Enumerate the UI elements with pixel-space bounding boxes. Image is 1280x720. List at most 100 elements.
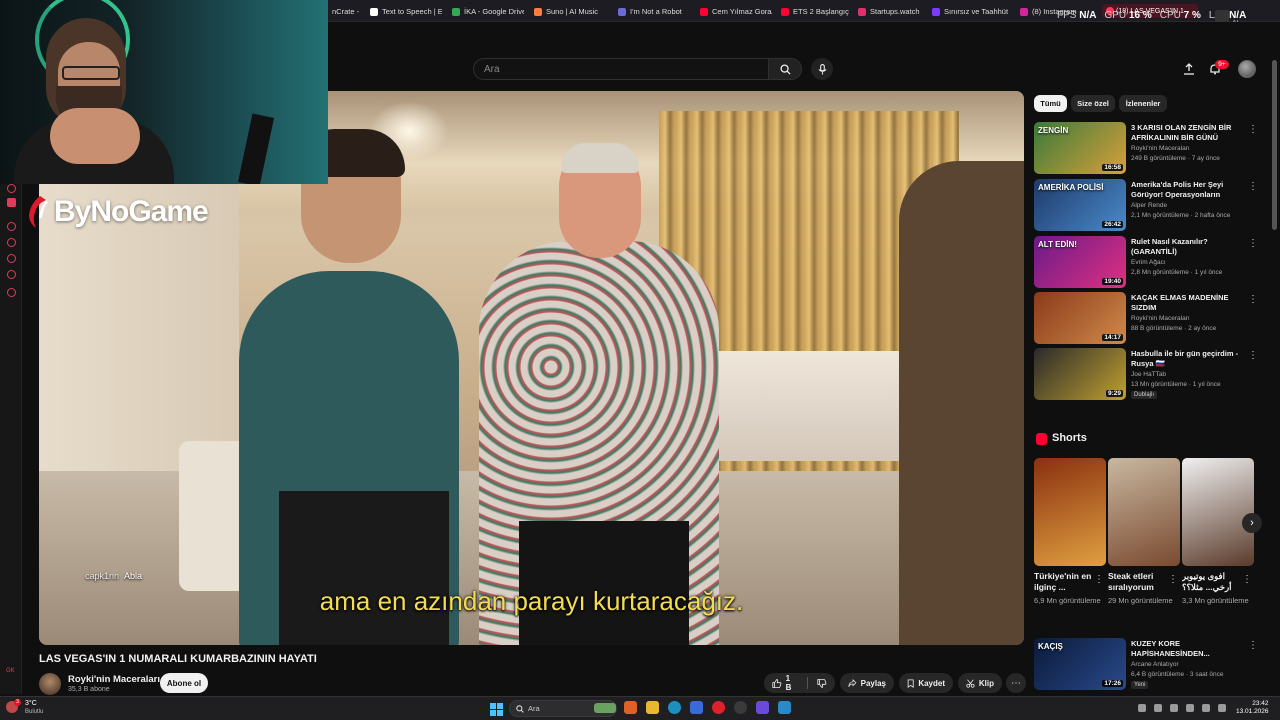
bookmark-item[interactable]: Cem Yılmaz Gora/Ar bbox=[700, 5, 772, 18]
search-input[interactable] bbox=[484, 62, 754, 76]
store-icon[interactable] bbox=[690, 701, 703, 714]
recommendation-title[interactable]: KAÇAK ELMAS MADENİNE SIZDIM bbox=[1131, 293, 1246, 313]
kebab-menu-icon[interactable]: ⋮ bbox=[1248, 181, 1258, 192]
recommendation-thumbnail[interactable]: 14:17 bbox=[1034, 292, 1126, 344]
recommendation-channel[interactable]: Royki'nin Maceraları bbox=[1131, 145, 1190, 152]
recommendation-channel[interactable]: Royki'nin Maceraları bbox=[1131, 315, 1190, 322]
battery-icon[interactable] bbox=[1218, 704, 1226, 712]
short-title[interactable]: Türkiye'nin en ilginç ... bbox=[1034, 571, 1092, 593]
short-item[interactable]: Steak etleri sıralıyorum 29 Mn görüntülem… bbox=[1108, 458, 1180, 606]
dock-settings-icon[interactable] bbox=[7, 288, 16, 297]
bookmark-item[interactable]: I'm Not a Robot bbox=[618, 5, 688, 18]
thumbs-up-icon[interactable] bbox=[772, 678, 782, 689]
recommendation-item[interactable]: AMERİKA POLİSİ 26:42 Amerika'da Polis Her … bbox=[1034, 179, 1260, 231]
copilot-icon[interactable] bbox=[624, 701, 637, 714]
volume-icon[interactable] bbox=[1202, 704, 1210, 712]
dock-history-icon[interactable] bbox=[7, 270, 16, 279]
recommendation-title[interactable]: 3 KARISI OLAN ZENGİN BİR AFRİKALININ BİR… bbox=[1131, 123, 1246, 143]
recommendation-item[interactable]: ALT EDİN! 19:40 Rulet Nasıl Kazanılır? (GA… bbox=[1034, 236, 1260, 288]
perf-stat-label: FPS bbox=[1057, 10, 1077, 21]
recommendation-title[interactable]: Hasbulla ile bir gün geçirdim - Rusya 🇷🇺 bbox=[1131, 349, 1246, 369]
weather-temperature[interactable]: 3°C bbox=[25, 700, 37, 707]
bookmark-item[interactable]: Startups.watch bbox=[858, 5, 924, 18]
widgets-icon[interactable] bbox=[594, 703, 616, 713]
recommendation-thumbnail[interactable]: AMERİKA POLİSİ 26:42 bbox=[1034, 179, 1126, 231]
short-item[interactable]: Türkiye'nin en ilginç ... 6,9 Mn görüntül… bbox=[1034, 458, 1106, 606]
create-button[interactable] bbox=[1181, 61, 1197, 77]
github-icon[interactable] bbox=[734, 701, 747, 714]
kebab-menu-icon[interactable]: ⋮ bbox=[1248, 124, 1258, 135]
start-button[interactable] bbox=[490, 703, 503, 716]
dock-clock-icon[interactable] bbox=[7, 254, 16, 263]
recommendation-thumbnail[interactable]: 9:29 bbox=[1034, 348, 1126, 400]
tray-chevron-icon[interactable] bbox=[1138, 704, 1146, 712]
recommendation-thumbnail[interactable]: ALT EDİN! 19:40 bbox=[1034, 236, 1126, 288]
recommendation-thumbnail[interactable]: ZENGİN 16:58 bbox=[1034, 122, 1126, 174]
subscribe-button[interactable]: Abone ol bbox=[160, 673, 208, 693]
page-scrollbar[interactable] bbox=[1272, 60, 1277, 230]
kebab-menu-icon[interactable]: ⋮ bbox=[1248, 640, 1258, 651]
like-count[interactable]: 1 B bbox=[786, 674, 797, 692]
recommendation-title[interactable]: Rulet Nasıl Kazanılır? (GARANTİLİ) bbox=[1131, 237, 1246, 257]
recommendation-item[interactable]: 14:17 KAÇAK ELMAS MADENİNE SIZDIM Royki'ni… bbox=[1034, 292, 1260, 344]
more-actions-button[interactable]: ⋯ bbox=[1006, 673, 1026, 693]
taskbar-clock[interactable]: 23:42 13.01.2026 bbox=[1236, 700, 1269, 716]
recommendation-item[interactable]: 9:29 Hasbulla ile bir gün geçirdim - Rusy… bbox=[1034, 348, 1260, 400]
short-thumbnail[interactable] bbox=[1034, 458, 1106, 566]
dock-play-icon[interactable] bbox=[7, 238, 16, 247]
opera-icon[interactable] bbox=[712, 701, 725, 714]
kebab-menu-icon[interactable]: ⋮ bbox=[1248, 350, 1258, 361]
bookmark-favicon-icon bbox=[618, 7, 626, 16]
chip-for-you[interactable]: Size özel bbox=[1071, 95, 1115, 112]
bookmark-item[interactable]: Suno | AI Music bbox=[534, 5, 610, 18]
save-button[interactable]: Kaydet bbox=[899, 673, 953, 693]
recommendation-title[interactable]: KUZEY KORE HAPİSHANESİNDEN... bbox=[1131, 639, 1246, 659]
search-button[interactable] bbox=[768, 58, 802, 80]
recommendation-item[interactable]: ZENGİN 16:58 3 KARISI OLAN ZENGİN BİR AFRİ… bbox=[1034, 122, 1260, 174]
short-title[interactable]: افوى يوتيوبر أرخي... مثلا؟؟ bbox=[1182, 571, 1240, 593]
clip-button[interactable]: Klip bbox=[958, 673, 1002, 693]
app-icon[interactable] bbox=[778, 701, 791, 714]
file-explorer-icon[interactable] bbox=[646, 701, 659, 714]
account-avatar[interactable] bbox=[1238, 60, 1256, 78]
edge-icon[interactable] bbox=[668, 701, 681, 714]
bookmark-item[interactable]: İKA - Google Drive bbox=[452, 5, 524, 18]
recommendation-title[interactable]: Amerika'da Polis Her Şeyi Görüyor! Opera… bbox=[1131, 180, 1246, 200]
kebab-menu-icon[interactable]: ⋮ bbox=[1248, 294, 1258, 305]
network-icon[interactable] bbox=[1186, 704, 1194, 712]
discord-icon[interactable] bbox=[7, 198, 16, 207]
kebab-menu-icon[interactable]: ⋮ bbox=[1248, 238, 1258, 249]
discord-app-icon[interactable] bbox=[756, 701, 769, 714]
voice-search-button[interactable] bbox=[811, 58, 833, 80]
recommendation-channel[interactable]: Joe HaTTab bbox=[1131, 371, 1166, 378]
video-title: LAS VEGAS'IN 1 NUMARALI KUMARBAZININ HAY… bbox=[39, 653, 317, 665]
chip-watched[interactable]: İzlenenler bbox=[1119, 95, 1167, 112]
shorts-next-button[interactable]: › bbox=[1242, 513, 1262, 533]
recommendation-channel[interactable]: Arcane Anlatıyor bbox=[1131, 661, 1179, 668]
search-box[interactable] bbox=[473, 58, 768, 80]
bookmark-item[interactable]: Sınırsız ve Taahhüt bbox=[932, 5, 1010, 18]
kebab-menu-icon[interactable]: ⋮ bbox=[1242, 574, 1252, 585]
tray-app-icon[interactable] bbox=[1154, 704, 1162, 712]
tray-app-icon[interactable] bbox=[1170, 704, 1178, 712]
kebab-menu-icon[interactable]: ⋮ bbox=[1168, 574, 1178, 585]
chip-all[interactable]: Tümü bbox=[1034, 95, 1067, 112]
thumbs-down-icon[interactable] bbox=[817, 678, 827, 689]
short-item[interactable]: افوى يوتيوبر أرخي... مثلا؟؟ 3,3 Mn görünt… bbox=[1182, 458, 1254, 606]
dock-close-icon[interactable] bbox=[7, 184, 16, 193]
channel-name[interactable]: Royki'nin Maceraları bbox=[68, 674, 160, 685]
channel-avatar[interactable] bbox=[39, 673, 61, 695]
share-button[interactable]: Paylaş bbox=[840, 673, 894, 693]
recommendation-channel[interactable]: Evrim Ağacı bbox=[1131, 259, 1166, 266]
dock-record-icon[interactable] bbox=[7, 222, 16, 231]
bookmark-item[interactable]: Text to Speech | Elev bbox=[370, 5, 442, 18]
kebab-menu-icon[interactable]: ⋮ bbox=[1094, 574, 1104, 585]
short-thumbnail[interactable] bbox=[1182, 458, 1254, 566]
recommendation-channel[interactable]: Alper Rende bbox=[1131, 202, 1167, 209]
bookmark-item[interactable]: ETS 2 Başlangıç Reh bbox=[781, 5, 851, 18]
short-thumbnail[interactable] bbox=[1108, 458, 1180, 566]
recommendation-item[interactable]: KAÇIŞ 17:26 KUZEY KORE HAPİSHANESİNDEN... A… bbox=[1034, 638, 1260, 690]
recommendation-thumbnail[interactable]: KAÇIŞ 17:26 bbox=[1034, 638, 1126, 690]
short-title[interactable]: Steak etleri sıralıyorum bbox=[1108, 571, 1166, 593]
clock-date: 13.01.2026 bbox=[1236, 708, 1269, 715]
